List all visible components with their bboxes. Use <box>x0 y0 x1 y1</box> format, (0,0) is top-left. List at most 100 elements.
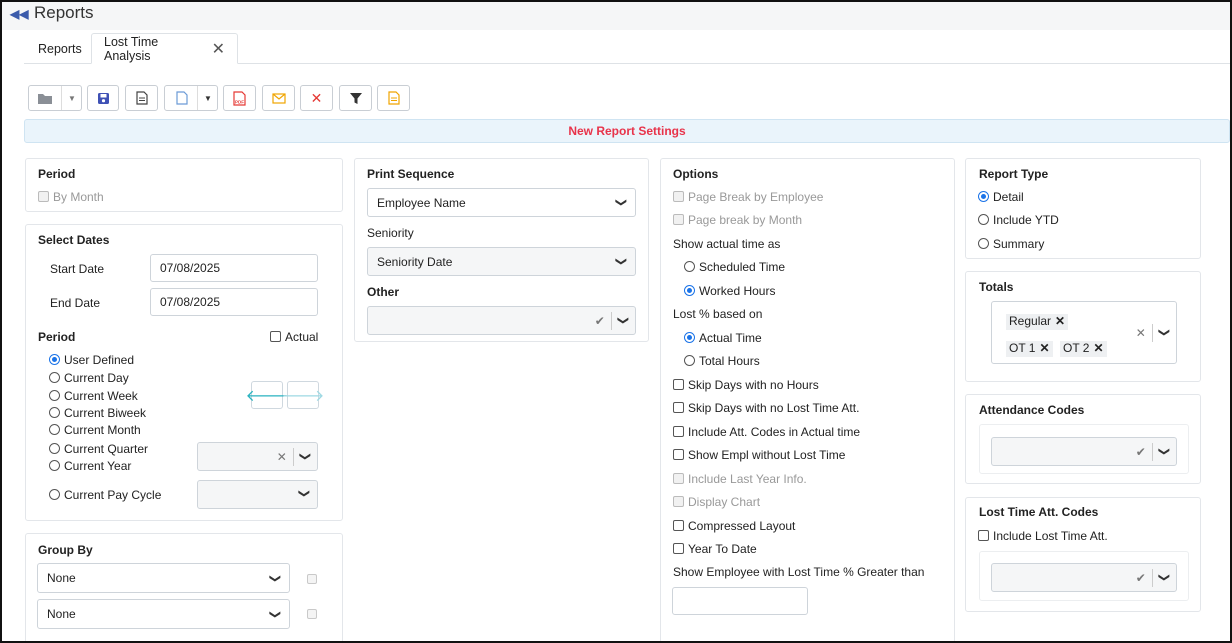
checkbox-box[interactable] <box>673 191 684 202</box>
checkbox-box[interactable] <box>673 379 684 390</box>
include-last-year-checkbox[interactable]: Include Last Year Info. <box>673 472 807 486</box>
by-month-checkbox[interactable]: By Month <box>38 190 104 204</box>
radio-circle[interactable] <box>49 372 60 383</box>
checkbox-box[interactable] <box>307 574 317 584</box>
group-by-select-2[interactable]: None ❯ <box>37 599 290 629</box>
seniority-select[interactable]: Seniority Date ❯ <box>367 247 636 276</box>
radio-circle[interactable] <box>49 354 60 365</box>
delete-button[interactable]: ✕ <box>300 85 333 111</box>
radio-include-ytd[interactable]: Include YTD <box>978 213 1059 227</box>
checkbox-box[interactable] <box>673 543 684 554</box>
new-file-button[interactable]: ▼ <box>164 85 218 111</box>
checkbox-box[interactable] <box>673 214 684 225</box>
radio-summary[interactable]: Summary <box>978 237 1044 251</box>
caret-down-icon[interactable]: ▼ <box>204 94 212 103</box>
show-empl-without-checkbox[interactable]: Show Empl without Lost Time <box>673 448 845 462</box>
checkbox-box[interactable] <box>673 520 684 531</box>
checkbox-box[interactable] <box>673 426 684 437</box>
checkbox-box[interactable] <box>38 191 49 202</box>
chevron-down-icon[interactable]: ❯ <box>1158 321 1171 344</box>
check-icon[interactable]: ✔ <box>589 314 611 328</box>
lost-time-codes-select[interactable]: ✔ ❯ <box>991 563 1177 592</box>
radio-total-hours[interactable]: Total Hours <box>684 354 760 368</box>
radio-current-month[interactable]: Current Month <box>49 423 141 437</box>
check-icon[interactable]: ✔ <box>1130 445 1152 459</box>
include-lost-time-checkbox[interactable]: Include Lost Time Att. <box>978 529 1108 543</box>
pay-cycle-select[interactable]: ❯ <box>197 480 318 509</box>
check-icon[interactable]: ✔ <box>1130 571 1152 585</box>
checkbox-box[interactable] <box>673 473 684 484</box>
chevron-down-icon[interactable]: ❯ <box>299 445 312 468</box>
checkbox-box[interactable] <box>673 402 684 413</box>
radio-current-day[interactable]: Current Day <box>49 371 129 385</box>
radio-circle[interactable] <box>684 261 695 272</box>
checkbox-box[interactable] <box>307 609 317 619</box>
caret-down-icon[interactable]: ▼ <box>68 94 76 103</box>
remove-tag-icon[interactable]: ✕ <box>1093 341 1103 355</box>
tab-lost-time-analysis[interactable]: Lost Time Analysis ✕ <box>91 33 238 64</box>
group-by-checkbox-2[interactable] <box>307 608 317 622</box>
radio-worked-hours[interactable]: Worked Hours <box>684 284 775 298</box>
include-att-codes-checkbox[interactable]: Include Att. Codes in Actual time <box>673 425 860 439</box>
save-button[interactable] <box>87 85 119 111</box>
radio-circle[interactable] <box>684 355 695 366</box>
document-button[interactable] <box>125 85 158 111</box>
radio-scheduled-time[interactable]: Scheduled Time <box>684 260 785 274</box>
totals-multiselect[interactable]: Regular ✕ OT 1 ✕ OT 2 ✕ ✕ ❯ <box>991 301 1177 364</box>
page-break-month-checkbox[interactable]: Page break by Month <box>673 213 802 227</box>
group-by-checkbox-1[interactable] <box>307 573 317 587</box>
radio-circle[interactable] <box>978 191 989 202</box>
email-button[interactable] <box>262 85 295 111</box>
radio-current-pay-cycle[interactable]: Current Pay Cycle <box>49 488 161 502</box>
skip-no-lost-checkbox[interactable]: Skip Days with no Lost Time Att. <box>673 401 859 415</box>
chevron-down-icon[interactable]: ❯ <box>298 482 311 507</box>
page-break-employee-checkbox[interactable]: Page Break by Employee <box>673 190 823 204</box>
group-by-select-1[interactable]: None ❯ <box>37 563 290 593</box>
end-date-input[interactable]: 07/08/2025 <box>150 288 318 316</box>
compressed-layout-checkbox[interactable]: Compressed Layout <box>673 519 795 533</box>
radio-current-week[interactable]: Current Week <box>49 389 138 403</box>
radio-circle[interactable] <box>684 332 695 343</box>
checkbox-box[interactable] <box>978 530 989 541</box>
chevron-down-icon[interactable]: ❯ <box>1158 566 1171 589</box>
skip-no-hours-checkbox[interactable]: Skip Days with no Hours <box>673 378 819 392</box>
radio-circle[interactable] <box>49 443 60 454</box>
next-period-button[interactable]: 🡒 <box>282 381 324 409</box>
radio-circle[interactable] <box>49 460 60 471</box>
other-select[interactable]: ✔ ❯ <box>367 306 636 335</box>
radio-circle[interactable] <box>684 285 695 296</box>
print-sequence-select[interactable]: Employee Name ❯ <box>367 188 636 217</box>
attendance-codes-select[interactable]: ✔ ❯ <box>991 437 1177 466</box>
remove-tag-icon[interactable]: ✕ <box>1055 314 1065 328</box>
radio-user-defined[interactable]: User Defined <box>49 353 134 367</box>
checkbox-box[interactable] <box>673 496 684 507</box>
chevron-down-icon[interactable]: ❯ <box>1158 440 1171 463</box>
radio-current-quarter[interactable]: Current Quarter <box>49 442 148 456</box>
radio-circle[interactable] <box>978 214 989 225</box>
clear-icon[interactable]: ✕ <box>1130 326 1152 340</box>
display-chart-checkbox[interactable]: Display Chart <box>673 495 760 509</box>
pdf-button[interactable]: PDF <box>223 85 256 111</box>
checkbox-box[interactable] <box>673 449 684 460</box>
radio-detail[interactable]: Detail <box>978 190 1024 204</box>
radio-circle[interactable] <box>49 407 60 418</box>
year-select[interactable]: ✕ ❯ <box>197 442 318 471</box>
actual-checkbox[interactable]: Actual <box>270 330 318 344</box>
previous-period-button[interactable]: 🡐 <box>246 381 288 409</box>
start-date-input[interactable]: 07/08/2025 <box>150 254 318 282</box>
clear-icon[interactable]: ✕ <box>271 450 293 464</box>
radio-circle[interactable] <box>978 238 989 249</box>
close-tab-icon[interactable]: ✕ <box>212 39 225 59</box>
radio-actual-time[interactable]: Actual Time <box>684 331 762 345</box>
chevron-down-icon[interactable]: ❯ <box>617 309 630 332</box>
radio-current-year[interactable]: Current Year <box>49 459 131 473</box>
radio-current-biweek[interactable]: Current Biweek <box>49 406 146 420</box>
checkbox-box[interactable] <box>270 331 281 342</box>
radio-circle[interactable] <box>49 424 60 435</box>
year-to-date-checkbox[interactable]: Year To Date <box>673 542 757 556</box>
radio-circle[interactable] <box>49 390 60 401</box>
collapse-icon[interactable]: ◀◀ <box>10 7 28 21</box>
filter-button[interactable] <box>339 85 372 111</box>
tab-reports[interactable]: Reports <box>26 33 94 64</box>
lost-time-percent-input[interactable] <box>672 587 808 615</box>
